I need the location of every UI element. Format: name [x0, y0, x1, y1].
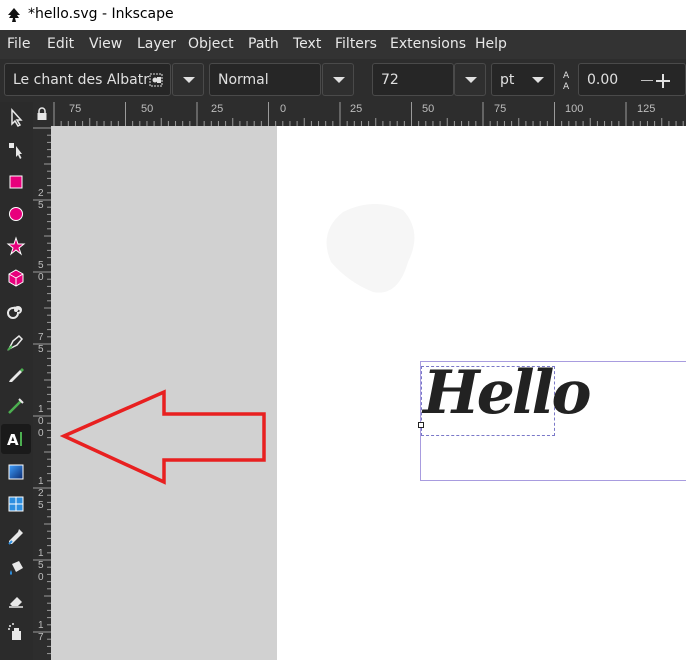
- minus-icon[interactable]: [641, 80, 653, 81]
- line-spacing-icon: A A: [563, 71, 570, 91]
- text-icon: A: [7, 431, 22, 449]
- bucket-icon[interactable]: [4, 556, 28, 580]
- chevron-down-icon: [333, 77, 345, 83]
- font-size-dropdown-button[interactable]: [454, 63, 486, 96]
- font-family-combobox[interactable]: Le chant des Albatr: [4, 63, 171, 96]
- ruler-label: 5: [38, 344, 44, 355]
- calligraphy-icon[interactable]: [4, 394, 28, 418]
- ruler-label: 75: [494, 103, 507, 115]
- pencil-icon[interactable]: [4, 362, 28, 386]
- menu-extensions[interactable]: Extensions: [390, 36, 466, 52]
- plus-icon[interactable]: [655, 73, 671, 89]
- gradient-icon[interactable]: [4, 460, 28, 484]
- ruler-label: 0: [38, 572, 44, 583]
- menu-bar: File Edit View Layer Object Path Text Fi…: [0, 30, 686, 59]
- arrow-icon[interactable]: [4, 106, 28, 130]
- menu-layer[interactable]: Layer: [137, 36, 176, 52]
- ruler-label: 7: [38, 632, 44, 643]
- menu-help[interactable]: Help: [475, 36, 507, 52]
- menu-edit[interactable]: Edit: [47, 36, 74, 52]
- svg-text:A: A: [7, 431, 19, 449]
- window-titlebar: *hello.svg - Inkscape: [0, 0, 686, 30]
- line-spacing-spinbox[interactable]: 0.00: [578, 63, 686, 96]
- chevron-down-icon: [465, 77, 477, 83]
- ruler-label: 50: [422, 103, 435, 115]
- pen-icon[interactable]: [4, 330, 28, 354]
- lock-icon[interactable]: [36, 107, 48, 121]
- font-style-dropdown-button[interactable]: [322, 63, 354, 96]
- chevron-down-icon: [183, 77, 195, 83]
- text-tool-button[interactable]: A: [1, 424, 31, 454]
- menu-filters[interactable]: Filters: [335, 36, 377, 52]
- mesh-icon[interactable]: [4, 492, 28, 516]
- ruler-label: 0: [38, 416, 44, 427]
- ruler-label: 75: [69, 103, 82, 115]
- ruler-label: 0: [280, 103, 287, 115]
- font-style-value: Normal: [218, 72, 269, 88]
- ruler-label: 50: [141, 103, 154, 115]
- ruler-corner: [33, 102, 51, 126]
- font-size-value: 72: [381, 72, 399, 88]
- menu-path[interactable]: Path: [248, 36, 279, 52]
- circle-icon[interactable]: [4, 202, 28, 226]
- menu-text[interactable]: Text: [293, 36, 321, 52]
- window-title: *hello.svg - Inkscape: [28, 6, 174, 22]
- ruler-label: 1: [38, 620, 44, 631]
- ruler-label: 2: [38, 488, 44, 499]
- ruler-label: 1: [38, 476, 44, 487]
- dropper-icon[interactable]: [4, 524, 28, 548]
- horizontal-ruler[interactable]: 75 50 25 0 25 50 75 100 125: [51, 102, 686, 126]
- eraser-icon[interactable]: [4, 588, 28, 612]
- inkscape-logo-icon: [8, 8, 20, 22]
- font-unit-value: pt: [500, 72, 515, 88]
- svg-text:A: A: [563, 71, 570, 81]
- ruler-label: 7: [38, 332, 44, 343]
- hello-text[interactable]: Hello: [423, 358, 591, 428]
- ruler-label: 100: [565, 103, 584, 115]
- ruler-label: 1: [38, 548, 44, 559]
- ruler-label: 2: [38, 188, 44, 199]
- ruler-label: 0: [38, 272, 44, 283]
- node-icon[interactable]: [4, 138, 28, 162]
- menu-file[interactable]: File: [7, 36, 30, 52]
- square-icon[interactable]: [4, 170, 28, 194]
- ruler-label: 5: [38, 560, 44, 571]
- font-style-combobox[interactable]: Normal: [209, 63, 321, 96]
- ruler-label: 25: [211, 103, 224, 115]
- svg-text:A: A: [563, 82, 570, 91]
- font-unit-select[interactable]: pt: [491, 63, 555, 96]
- document-page[interactable]: Hello: [277, 126, 686, 660]
- spray-icon[interactable]: [4, 620, 28, 644]
- ruler-label: 25: [350, 103, 363, 115]
- menu-object[interactable]: Object: [188, 36, 234, 52]
- ruler-label: 125: [637, 103, 656, 115]
- star-icon[interactable]: [4, 234, 28, 258]
- spiral-icon[interactable]: [4, 298, 28, 322]
- ruler-label: 5: [38, 260, 44, 271]
- faint-shape: [326, 203, 415, 293]
- ruler-label: 5: [38, 500, 44, 511]
- chevron-down-icon: [532, 77, 544, 83]
- line-spacing-value: 0.00: [587, 72, 619, 88]
- toolbox: A: [0, 102, 33, 660]
- vertical-ruler[interactable]: 2 5 5 0 7 5 1 0 0 1 2 5 1 5 0 1 7: [33, 126, 51, 660]
- font-preview-icon: [149, 73, 163, 87]
- text-tool-controls-bar: Le chant des Albatr Normal 72 pt A A 0.0…: [0, 59, 686, 102]
- font-family-value: Le chant des Albatr: [13, 72, 150, 88]
- ruler-label: 0: [38, 428, 44, 439]
- font-size-combobox[interactable]: 72: [372, 63, 454, 96]
- font-family-dropdown-button[interactable]: [172, 63, 204, 96]
- red-arrow-annotation: [60, 389, 266, 485]
- ruler-label: 1: [38, 404, 44, 415]
- menu-view[interactable]: View: [89, 36, 122, 52]
- cube-icon[interactable]: [4, 266, 28, 290]
- ruler-label: 5: [38, 200, 44, 211]
